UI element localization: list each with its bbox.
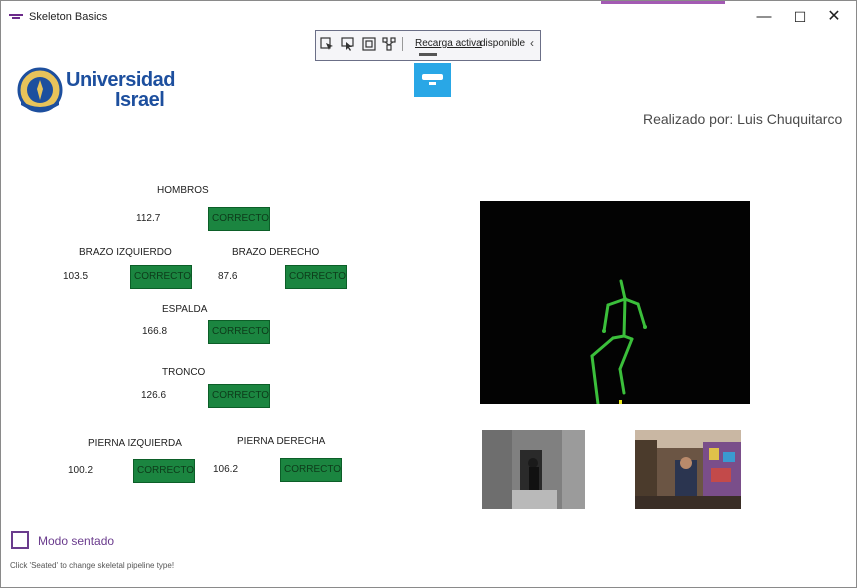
debug-toolbar: Recarga activa disponible ‹ xyxy=(315,30,541,61)
select-element-icon[interactable] xyxy=(320,37,334,51)
university-logo: Universidad Israel xyxy=(15,65,175,115)
seated-mode-label[interactable]: Modo sentado xyxy=(38,534,114,548)
label-tronco: TRONCO xyxy=(162,367,206,378)
status-brazo-izquierdo: CORRECTO xyxy=(130,265,192,289)
app-icon xyxy=(9,14,23,19)
pointer-icon[interactable] xyxy=(341,37,355,51)
accent-strip xyxy=(601,1,725,4)
status-pierna-derecha: CORRECTO xyxy=(280,458,342,482)
kinect-sensor-icon xyxy=(414,63,451,97)
window-title: Skeleton Basics xyxy=(29,11,108,23)
value-brazo-izquierdo: 103.5 xyxy=(63,271,89,282)
toolbar-separator xyxy=(402,37,403,51)
skeleton-figure xyxy=(590,279,647,406)
university-seal-icon xyxy=(17,67,63,113)
status-espalda: CORRECTO xyxy=(208,320,270,344)
status-brazo-derecho: CORRECTO xyxy=(285,265,347,289)
frame-icon[interactable] xyxy=(362,37,376,51)
app-window: Skeleton Basics — ☐ ✕ Recarga activa dis… xyxy=(0,0,857,588)
value-hombros: 112.7 xyxy=(136,213,161,224)
logo-text-israel: Israel xyxy=(115,89,165,111)
hot-reload-link[interactable]: Recarga activa xyxy=(415,38,482,49)
minimize-button[interactable]: — xyxy=(749,6,779,28)
color-camera-view xyxy=(635,430,741,509)
label-pierna-izquierda: PIERNA IZQUIERDA xyxy=(88,438,182,449)
status-tronco: CORRECTO xyxy=(208,384,270,408)
collapse-toolbar-chevron-icon[interactable]: ‹ xyxy=(530,36,534,50)
pipeline-hint: Click 'Seated' to change skeletal pipeli… xyxy=(10,561,175,570)
status-pierna-izquierda: CORRECTO xyxy=(133,459,195,483)
value-tronco: 126.6 xyxy=(141,390,167,401)
title-bar: Skeleton Basics — ☐ ✕ xyxy=(1,1,856,32)
value-pierna-derecha: 106.2 xyxy=(213,464,239,475)
value-pierna-izquierda: 100.2 xyxy=(68,465,94,476)
seated-mode-checkbox[interactable] xyxy=(11,531,29,549)
maximize-button[interactable]: ☐ xyxy=(785,6,815,28)
label-brazo-derecho: BRAZO DERECHO xyxy=(232,247,320,258)
close-button[interactable]: ✕ xyxy=(819,6,849,28)
value-espalda: 166.8 xyxy=(142,326,168,337)
label-hombros: HOMBROS xyxy=(157,185,209,196)
label-pierna-derecha: PIERNA DERECHA xyxy=(237,436,326,447)
label-espalda: ESPALDA xyxy=(162,304,208,315)
toolbar-handle[interactable] xyxy=(419,53,437,56)
author-credit: Realizado por: Luis Chuquitarco xyxy=(643,111,843,127)
hot-reload-status: disponible xyxy=(480,38,526,49)
label-brazo-izquierdo: BRAZO IZQUIERDO xyxy=(79,247,172,258)
layout-icon[interactable] xyxy=(382,37,396,51)
status-hombros: CORRECTO xyxy=(208,207,270,231)
value-brazo-derecho: 87.6 xyxy=(218,271,238,282)
depth-camera-view xyxy=(482,430,585,509)
skeleton-viewport xyxy=(480,201,750,406)
